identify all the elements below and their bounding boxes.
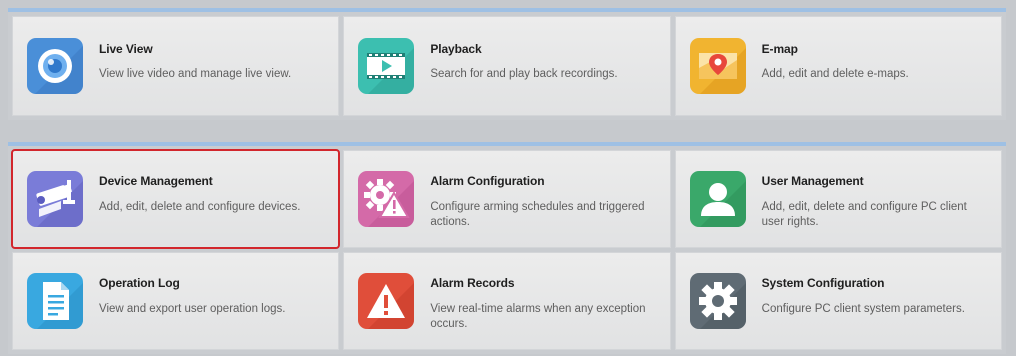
camera-icon xyxy=(27,171,83,227)
settings-gear-icon xyxy=(689,273,746,329)
tile-title: Alarm Records xyxy=(430,276,515,290)
tile-system-configuration[interactable]: System Configuration Configure PC client… xyxy=(674,252,1002,350)
e-map-icon xyxy=(689,38,746,94)
tile-description: Add, edit, delete and configure devices. xyxy=(99,201,301,213)
user-icon xyxy=(689,171,746,227)
live-view-icon xyxy=(27,38,83,94)
tile-description: Add, edit and delete e-maps. xyxy=(761,68,909,80)
tile-user-management[interactable]: User Management Add, edit, delete and co… xyxy=(674,150,1002,248)
tile-description: Configure arming schedules and triggered… xyxy=(430,201,645,228)
tile-playback[interactable]: Playback Search for and play back record… xyxy=(343,16,671,116)
tile-title: Alarm Configuration xyxy=(430,174,545,188)
tile-description: View real-time alarms when any exception… xyxy=(430,303,646,330)
module-group-bottom: Device Management Add, edit, delete and … xyxy=(8,142,1006,354)
module-group-top: Live View View live video and manage liv… xyxy=(8,8,1006,120)
tile-title: Live View xyxy=(99,42,153,56)
tile-title: E-map xyxy=(761,42,798,56)
tile-description: Configure PC client system parameters. xyxy=(761,303,965,315)
tile-operation-log[interactable]: Operation Log View and export user opera… xyxy=(12,252,340,350)
tile-description: Add, edit, delete and configure PC clien… xyxy=(761,201,967,228)
tile-alarm-configuration[interactable]: Alarm Configuration Configure arming sch… xyxy=(343,150,671,248)
tile-description: View and export user operation logs. xyxy=(99,303,286,315)
warning-icon xyxy=(358,273,415,329)
tile-device-management[interactable]: Device Management Add, edit, delete and … xyxy=(10,149,341,249)
tile-e-map[interactable]: E-map Add, edit and delete e-maps. xyxy=(674,16,1002,116)
playback-icon xyxy=(358,38,415,94)
tile-live-view[interactable]: Live View View live video and manage liv… xyxy=(12,16,340,116)
tile-title: Operation Log xyxy=(99,276,180,290)
tile-alarm-records[interactable]: Alarm Records View real-time alarms when… xyxy=(343,252,671,350)
tile-title: Playback xyxy=(430,42,482,56)
document-icon xyxy=(27,273,83,329)
tile-title: User Management xyxy=(761,174,864,188)
control-panel: Live View View live video and manage liv… xyxy=(0,0,1016,356)
tile-description: View live video and manage live view. xyxy=(99,68,292,80)
tile-title: System Configuration xyxy=(761,276,885,290)
tile-title: Device Management xyxy=(99,174,213,188)
tile-description: Search for and play back recordings. xyxy=(430,68,618,80)
alarm-gear-icon xyxy=(358,171,415,227)
